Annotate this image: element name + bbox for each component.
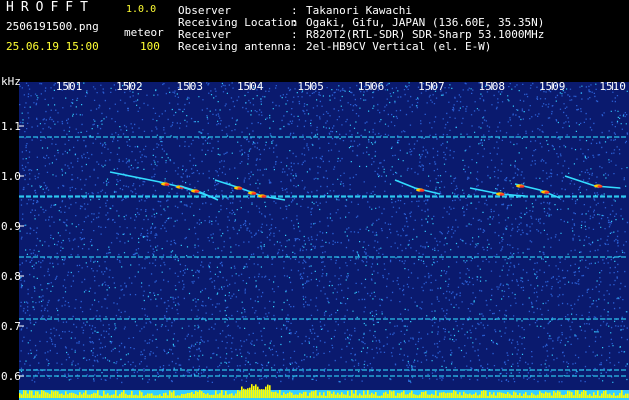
meteor-head-hot — [261, 195, 267, 198]
y-tick-label: 1.1 — [1, 120, 21, 133]
x-tick-label: 1503 — [177, 80, 204, 93]
y-tick-label: 0.7 — [1, 320, 21, 333]
x-tick-label: 1502 — [116, 80, 143, 93]
x-tick-label: 1510 — [599, 80, 626, 93]
meteor-head-hot — [544, 191, 550, 194]
meteor-head-hot — [499, 193, 505, 196]
meteor-head-hot — [194, 190, 200, 193]
y-tick-label: 1.0 — [1, 170, 21, 183]
x-tick-label: 1504 — [237, 80, 264, 93]
app-title: HROFFT — [6, 0, 95, 15]
meteor-head-hot — [251, 192, 257, 195]
y-axis-unit: kHz — [1, 76, 21, 88]
antenna-label: Receiving antenna — [178, 40, 291, 53]
app-version: 1.0.0 — [126, 4, 157, 15]
capture-filename: 2506191500.png — [6, 20, 99, 33]
meteor-head-hot — [519, 185, 525, 188]
x-tick-label: 1508 — [479, 80, 506, 93]
meteor-head-hot — [164, 183, 170, 186]
meteor-head-hot — [237, 187, 243, 190]
capture-mode: meteor — [124, 26, 164, 39]
antenna-value: 2el-HB9CV Vertical (el. E-W) — [306, 40, 492, 53]
x-tick-label: 1507 — [418, 80, 445, 93]
y-tick-label: 0.6 — [1, 370, 21, 383]
capture-datetime: 25.06.19 15:00 — [6, 40, 99, 53]
y-tick-label: 0.9 — [1, 220, 21, 233]
y-tick-label: 0.8 — [1, 270, 21, 283]
meteor-head-hot — [597, 185, 603, 188]
x-tick-label: 1505 — [297, 80, 324, 93]
spectrogram-background — [19, 82, 629, 400]
antenna-colon: : — [291, 40, 298, 53]
x-tick-label: 1506 — [358, 80, 385, 93]
capture-count: 100 — [140, 40, 160, 53]
x-tick-label: 1509 — [539, 80, 566, 93]
spectrogram: 1501 1502 1503 1504 1505 1506 1507 1508 1509 1510… — [0, 76, 629, 400]
meteor-head-hot — [419, 189, 425, 192]
x-tick-label: 1501 — [56, 80, 83, 93]
